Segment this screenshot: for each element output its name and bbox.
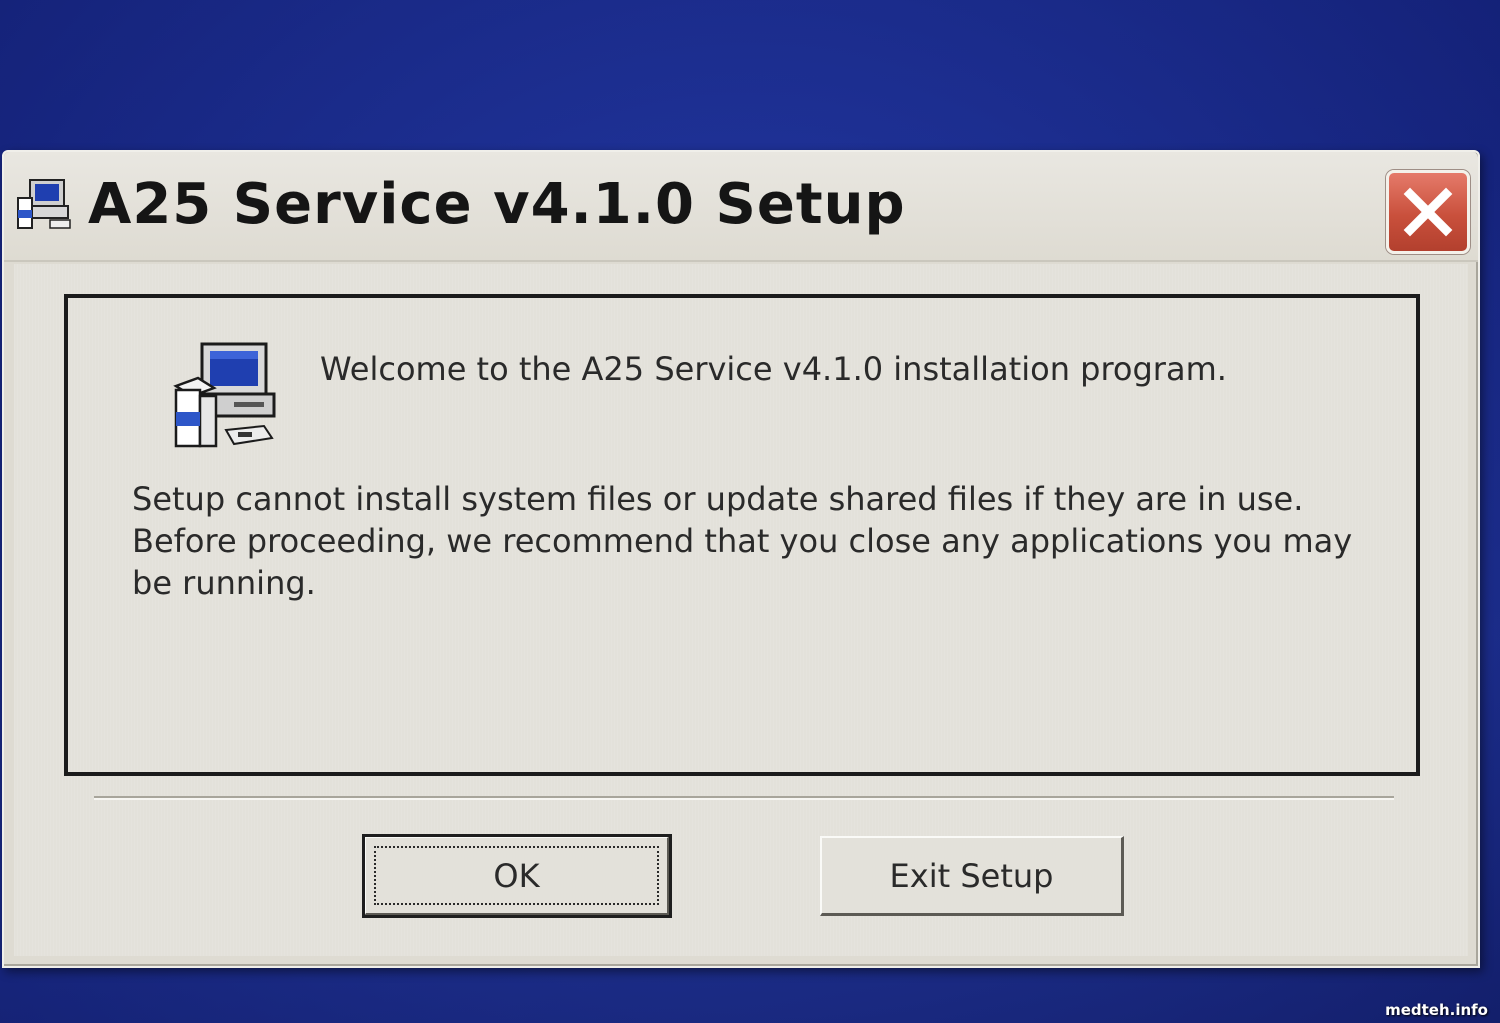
exit-setup-button-label: Exit Setup bbox=[889, 856, 1054, 895]
watermark-text: medteh.info bbox=[1385, 1001, 1488, 1019]
close-button[interactable] bbox=[1386, 170, 1470, 254]
setup-window: A25 Service v4.1.0 Setup Welcome to the … bbox=[2, 150, 1480, 968]
title-bar[interactable]: A25 Service v4.1.0 Setup bbox=[4, 152, 1478, 262]
dialog-client-area: Welcome to the A25 Service v4.1.0 instal… bbox=[14, 264, 1468, 956]
setup-app-icon bbox=[17, 179, 71, 229]
setup-computer-icon bbox=[173, 342, 276, 448]
focus-rectangle bbox=[374, 846, 659, 905]
ok-button[interactable]: OK bbox=[362, 834, 672, 918]
message-panel: Welcome to the A25 Service v4.1.0 instal… bbox=[64, 294, 1420, 776]
window-title: A25 Service v4.1.0 Setup bbox=[88, 172, 906, 237]
welcome-message: Welcome to the A25 Service v4.1.0 instal… bbox=[320, 350, 1227, 388]
close-x-icon bbox=[1403, 187, 1453, 237]
separator-line bbox=[94, 796, 1394, 800]
setup-warning-text: Setup cannot install system files or upd… bbox=[132, 480, 1353, 602]
exit-setup-button[interactable]: Exit Setup bbox=[820, 836, 1124, 916]
